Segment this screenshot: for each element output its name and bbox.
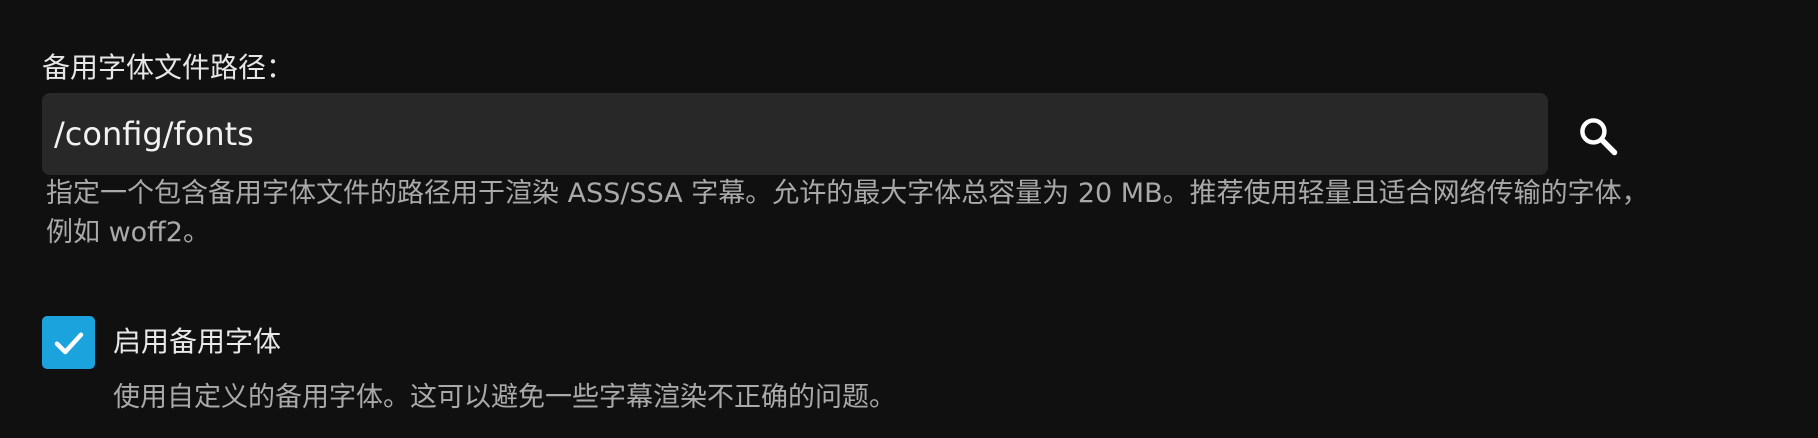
browse-folder-button[interactable] [1566, 104, 1630, 168]
fallback-font-path-field[interactable] [42, 93, 1548, 175]
checkmark-icon [54, 332, 83, 354]
fallback-font-path-input[interactable] [54, 93, 1534, 175]
enable-fallback-font-checkbox[interactable] [42, 316, 95, 369]
enable-fallback-font-description: 使用自定义的备用字体。这可以避免一些字幕渲染不正确的问题。 [113, 382, 896, 413]
enable-fallback-font-label[interactable]: 启用备用字体 [113, 322, 281, 362]
fallback-font-help-text: 指定一个包含备用字体文件的路径用于渲染 ASS/SSA 字幕。允许的最大字体总容… [46, 178, 1649, 248]
search-icon [1580, 118, 1618, 156]
fallback-font-path-label: 备用字体文件路径： [42, 51, 295, 84]
